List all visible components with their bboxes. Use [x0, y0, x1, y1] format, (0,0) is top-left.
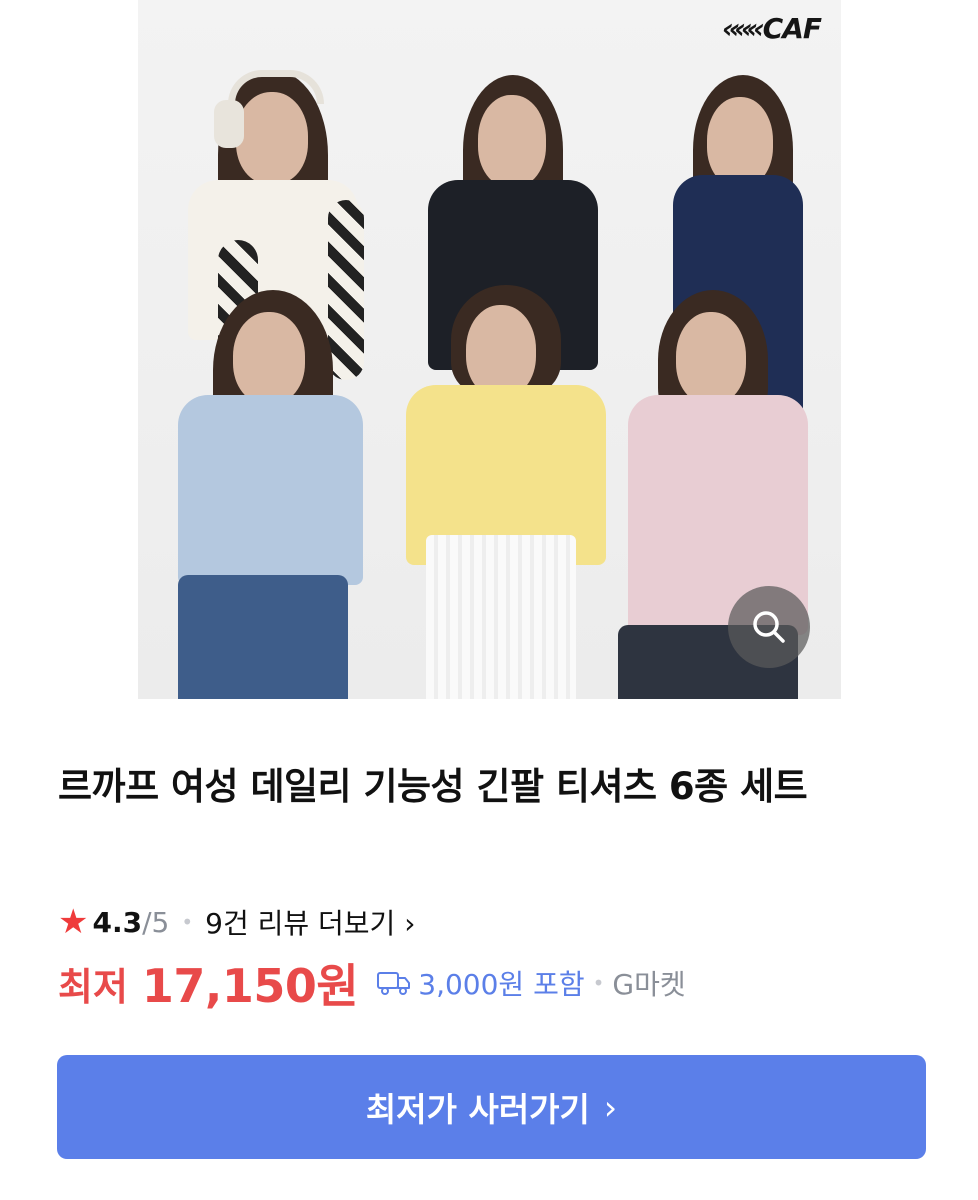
- review-link-label: 9건 리뷰 더보기: [205, 907, 396, 940]
- price-prefix: 최저: [58, 964, 128, 1009]
- separator-dot: •: [592, 971, 605, 995]
- seller-name: G마켓: [612, 968, 686, 1001]
- search-icon: [753, 611, 785, 643]
- product-image[interactable]: ««« CAF: [138, 0, 841, 699]
- chevron-right-icon: ›: [603, 1087, 618, 1127]
- separator-dot: •: [181, 910, 194, 934]
- model-yellow-top: [406, 285, 616, 699]
- truck-icon: [376, 969, 412, 997]
- rating-max: /5: [142, 905, 170, 939]
- buy-lowest-price-button[interactable]: 최저가 사러가기 ›: [57, 1055, 926, 1159]
- price-row: 최저 17,150원 3,000원 포함 • G마켓: [58, 950, 686, 1016]
- rating-score: 4.3: [92, 905, 143, 939]
- buy-button-label: 최저가 사러가기: [365, 1090, 590, 1129]
- review-link[interactable]: 9건 리뷰 더보기 ›: [205, 902, 415, 942]
- rating-row: ★ 4.3 /5 • 9건 리뷰 더보기 ›: [58, 900, 415, 944]
- brand-logo: ««« CAF: [722, 12, 822, 45]
- product-title: 르까프 여성 데일리 기능성 긴팔 티셔츠 6종 세트: [58, 765, 808, 808]
- chevron-right-icon: ›: [395, 907, 416, 940]
- zoom-button[interactable]: [728, 586, 810, 668]
- model-lightblue-top: [173, 290, 373, 699]
- star-icon: ★: [58, 902, 89, 942]
- shipping-info: 3,000원 포함: [418, 968, 585, 1001]
- price-value: 17,150원: [141, 959, 359, 1013]
